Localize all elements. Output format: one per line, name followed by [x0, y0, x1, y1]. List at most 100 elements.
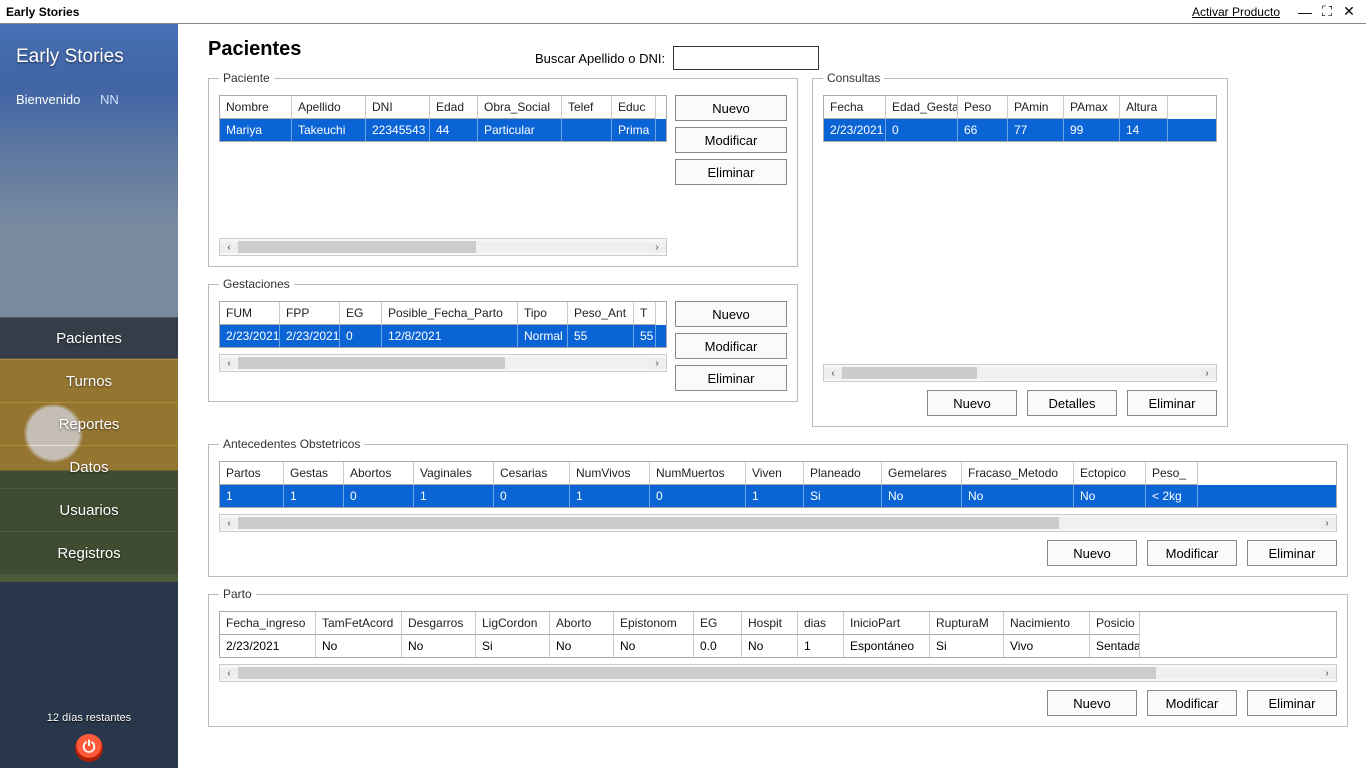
sidebar-item-registros[interactable]: Registros	[0, 532, 178, 574]
column-header[interactable]: Hospit	[742, 612, 798, 635]
column-header[interactable]: T	[634, 302, 656, 325]
table-cell: 2/23/2021	[280, 325, 340, 347]
gestaciones-table[interactable]: FUMFPPEGPosible_Fecha_PartoTipoPeso_AntT…	[219, 301, 667, 348]
column-header[interactable]: dias	[798, 612, 844, 635]
maximize-button[interactable]: ⛶	[1316, 3, 1338, 20]
column-header[interactable]: Abortos	[344, 462, 414, 485]
column-header[interactable]: Peso_	[1146, 462, 1198, 485]
table-row[interactable]: 2/23/2021066779914	[824, 119, 1216, 141]
column-header[interactable]: Obra_Social	[478, 96, 562, 119]
column-header[interactable]: Partos	[220, 462, 284, 485]
column-header[interactable]: Cesarias	[494, 462, 570, 485]
paciente-modificar-button[interactable]: Modificar	[675, 127, 787, 153]
sidebar-item-datos[interactable]: Datos	[0, 446, 178, 488]
column-header[interactable]: NumMuertos	[650, 462, 746, 485]
sidebar-item-turnos[interactable]: Turnos	[0, 360, 178, 402]
table-row[interactable]: 2/23/2021NoNoSiNoNo0.0No1EspontáneoSiViv…	[220, 635, 1336, 657]
gestaciones-modificar-button[interactable]: Modificar	[675, 333, 787, 359]
table-cell: Vivo	[1004, 635, 1090, 657]
paciente-scrollbar[interactable]: ‹›	[219, 238, 667, 256]
column-header[interactable]: Fecha_ingreso	[220, 612, 316, 635]
column-header[interactable]: Tipo	[518, 302, 568, 325]
table-cell: No	[962, 485, 1074, 507]
column-header[interactable]: DNI	[366, 96, 430, 119]
paciente-eliminar-button[interactable]: Eliminar	[675, 159, 787, 185]
column-header[interactable]: Edad	[430, 96, 478, 119]
column-header[interactable]: Educ	[612, 96, 656, 119]
table-cell: No	[550, 635, 614, 657]
column-header[interactable]: Viven	[746, 462, 804, 485]
column-header[interactable]: Fracaso_Metodo	[962, 462, 1074, 485]
column-header[interactable]: Planeado	[804, 462, 882, 485]
consultas-scrollbar[interactable]: ‹›	[823, 364, 1217, 382]
column-header[interactable]: FPP	[280, 302, 340, 325]
column-header[interactable]: RupturaM	[930, 612, 1004, 635]
minimize-button[interactable]: —	[1294, 4, 1316, 20]
table-cell: 14	[1120, 119, 1168, 141]
paciente-table[interactable]: NombreApellidoDNIEdadObra_SocialTelefEdu…	[219, 95, 667, 142]
parto-nuevo-button[interactable]: Nuevo	[1047, 690, 1137, 716]
paciente-legend: Paciente	[219, 71, 274, 85]
column-header[interactable]: PAmin	[1008, 96, 1064, 119]
sidebar-item-reportes[interactable]: Reportes	[0, 403, 178, 445]
column-header[interactable]: TamFetAcord	[316, 612, 402, 635]
sidebar-item-usuarios[interactable]: Usuarios	[0, 489, 178, 531]
column-header[interactable]: FUM	[220, 302, 280, 325]
sidebar-item-pacientes[interactable]: Pacientes	[0, 317, 178, 359]
column-header[interactable]: Gemelares	[882, 462, 962, 485]
search-input[interactable]	[673, 46, 819, 70]
consultas-nuevo-button[interactable]: Nuevo	[927, 390, 1017, 416]
consultas-detalles-button[interactable]: Detalles	[1027, 390, 1117, 416]
gestaciones-nuevo-button[interactable]: Nuevo	[675, 301, 787, 327]
column-header[interactable]: Peso_Ant	[568, 302, 634, 325]
table-cell: 1	[220, 485, 284, 507]
column-header[interactable]: Nacimiento	[1004, 612, 1090, 635]
antecedentes-scrollbar[interactable]: ‹›	[219, 514, 1337, 532]
parto-modificar-button[interactable]: Modificar	[1147, 690, 1237, 716]
column-header[interactable]: Vaginales	[414, 462, 494, 485]
table-row[interactable]: 2/23/20212/23/2021012/8/2021Normal5555	[220, 325, 666, 347]
power-icon[interactable]	[75, 734, 103, 762]
column-header[interactable]: Epistonom	[614, 612, 694, 635]
antecedentes-nuevo-button[interactable]: Nuevo	[1047, 540, 1137, 566]
column-header[interactable]: Edad_Gesta	[886, 96, 958, 119]
search-label: Buscar Apellido o DNI:	[535, 51, 665, 66]
column-header[interactable]: Altura	[1120, 96, 1168, 119]
parto-eliminar-button[interactable]: Eliminar	[1247, 690, 1337, 716]
column-header[interactable]: Desgarros	[402, 612, 476, 635]
parto-table[interactable]: Fecha_ingresoTamFetAcordDesgarrosLigCord…	[219, 611, 1337, 658]
gestaciones-scrollbar[interactable]: ‹›	[219, 354, 667, 372]
parto-scrollbar[interactable]: ‹›	[219, 664, 1337, 682]
column-header[interactable]: Gestas	[284, 462, 344, 485]
paciente-nuevo-button[interactable]: Nuevo	[675, 95, 787, 121]
antecedentes-table[interactable]: PartosGestasAbortosVaginalesCesariasNumV…	[219, 461, 1337, 508]
consultas-table[interactable]: FechaEdad_GestaPesoPAminPAmaxAltura2/23/…	[823, 95, 1217, 142]
table-row[interactable]: MariyaTakeuchi2234554344ParticularPrima	[220, 119, 666, 141]
column-header[interactable]: EG	[340, 302, 382, 325]
column-header[interactable]: Nombre	[220, 96, 292, 119]
close-button[interactable]: ✕	[1338, 3, 1360, 20]
table-row[interactable]: 11010101SiNoNoNo< 2kg	[220, 485, 1336, 507]
column-header[interactable]: Ectopico	[1074, 462, 1146, 485]
consultas-eliminar-button[interactable]: Eliminar	[1127, 390, 1217, 416]
column-header[interactable]: Peso	[958, 96, 1008, 119]
antecedentes-modificar-button[interactable]: Modificar	[1147, 540, 1237, 566]
column-header[interactable]: PAmax	[1064, 96, 1120, 119]
antecedentes-eliminar-button[interactable]: Eliminar	[1247, 540, 1337, 566]
column-header[interactable]: Apellido	[292, 96, 366, 119]
table-cell	[562, 119, 612, 141]
column-header[interactable]: EG	[694, 612, 742, 635]
column-header[interactable]: Posicio	[1090, 612, 1140, 635]
column-header[interactable]: Fecha	[824, 96, 886, 119]
column-header[interactable]: NumVivos	[570, 462, 650, 485]
activate-product-link[interactable]: Activar Producto	[1192, 5, 1280, 19]
column-header[interactable]: Aborto	[550, 612, 614, 635]
column-header[interactable]: InicioPart	[844, 612, 930, 635]
gestaciones-eliminar-button[interactable]: Eliminar	[675, 365, 787, 391]
column-header[interactable]: LigCordon	[476, 612, 550, 635]
column-header[interactable]: Posible_Fecha_Parto	[382, 302, 518, 325]
column-header[interactable]: Telef	[562, 96, 612, 119]
table-cell: No	[1074, 485, 1146, 507]
table-cell: 0	[886, 119, 958, 141]
gestaciones-legend: Gestaciones	[219, 277, 294, 291]
